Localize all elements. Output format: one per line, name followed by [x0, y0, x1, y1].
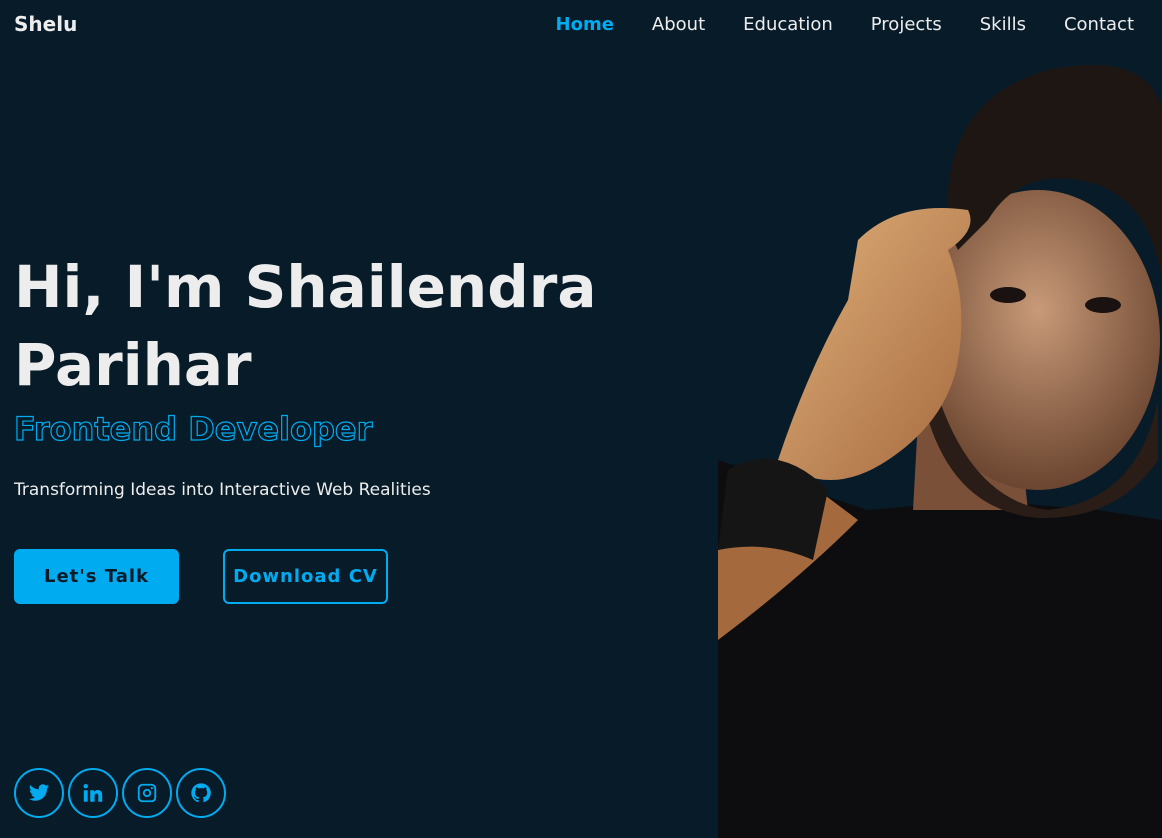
hero-content: Hi, I'm Shailendra Parihar Frontend Deve… [13, 248, 654, 500]
instagram-icon [137, 783, 157, 803]
site-header: Shelu Home About Education Projects Skil… [0, 0, 1162, 52]
nav-skills[interactable]: Skills [980, 14, 1026, 35]
github-icon [191, 783, 211, 803]
github-link[interactable] [176, 768, 226, 818]
nav-about[interactable]: About [652, 14, 705, 35]
hero-title: Hi, I'm Shailendra Parihar [14, 253, 597, 399]
instagram-link[interactable] [122, 768, 172, 818]
download-cv-button[interactable]: Download CV [223, 549, 388, 604]
twitter-link[interactable] [14, 768, 64, 818]
twitter-icon [28, 784, 50, 801]
hero-role: Frontend Developer [13, 409, 373, 448]
lets-talk-button[interactable]: Let's Talk [14, 549, 179, 604]
nav-contact[interactable]: Contact [1064, 14, 1134, 35]
site-logo[interactable]: Shelu [14, 12, 77, 36]
nav-home[interactable]: Home [556, 14, 614, 35]
main-nav: Home About Education Projects Skills Con… [518, 14, 1134, 35]
nav-education[interactable]: Education [743, 14, 833, 35]
hero-portrait [718, 40, 1162, 838]
hero-buttons: Let's Talk Download CV [14, 549, 388, 604]
linkedin-icon [83, 784, 103, 802]
portrait-image [718, 65, 1162, 838]
social-links [14, 768, 226, 818]
hero-tagline: Transforming Ideas into Interactive Web … [14, 480, 431, 500]
nav-projects[interactable]: Projects [871, 14, 942, 35]
linkedin-link[interactable] [68, 768, 118, 818]
